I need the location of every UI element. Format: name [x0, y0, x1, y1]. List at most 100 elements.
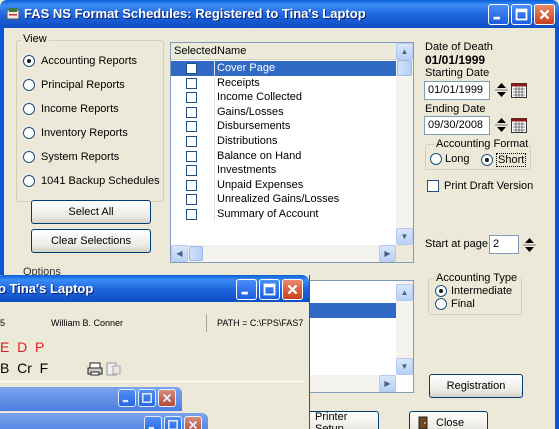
report-row[interactable]: Distributions: [171, 134, 396, 149]
registration-button[interactable]: Registration: [429, 374, 523, 398]
scroll-up-button[interactable]: ▲: [396, 43, 413, 60]
view-option-radio[interactable]: [23, 151, 35, 163]
nested-1-maximize-button[interactable]: [138, 389, 156, 407]
view-option[interactable]: System Reports: [23, 151, 119, 163]
secondary-list-hscroll[interactable]: ▶: [301, 375, 396, 392]
format-long-option[interactable]: Long: [430, 153, 469, 165]
ending-date-spinner[interactable]: [494, 116, 509, 134]
format-long-radio[interactable]: [430, 153, 442, 165]
column-name[interactable]: Name: [217, 45, 246, 57]
close-window-button[interactable]: [534, 4, 555, 25]
report-row[interactable]: Income Collected: [171, 90, 396, 105]
format-short-option[interactable]: Short: [481, 153, 527, 167]
starting-date-calendar-icon[interactable]: [511, 83, 527, 98]
view-option[interactable]: Income Reports: [23, 103, 119, 115]
overlay-red-letters[interactable]: E D P: [0, 339, 44, 355]
report-row[interactable]: Balance on Hand: [171, 148, 396, 164]
report-row[interactable]: Receipts: [171, 75, 396, 91]
overlay-close-button[interactable]: [282, 279, 303, 300]
view-option-radio[interactable]: [23, 127, 35, 139]
nested-1-close-button[interactable]: [158, 389, 176, 407]
nested-2-close-button[interactable]: [184, 416, 202, 429]
scroll-down-button[interactable]: ▼: [396, 228, 413, 245]
type-final-radio[interactable]: [435, 298, 447, 310]
secondary-scroll-down[interactable]: ▼: [396, 358, 413, 375]
report-row[interactable]: Cover Page: [171, 61, 396, 76]
secondary-scroll-up[interactable]: ▲: [396, 284, 413, 301]
main-title-bar[interactable]: FAS NS Format Schedules: Registered to T…: [0, 0, 559, 28]
print-draft-option[interactable]: Print Draft Version: [427, 180, 533, 192]
maximize-button[interactable]: [511, 4, 532, 25]
minimize-button[interactable]: [488, 4, 509, 25]
clear-selections-button[interactable]: Clear Selections: [31, 229, 151, 253]
format-short-radio[interactable]: [481, 154, 493, 166]
overlay-title-bar[interactable]: o Tina's Laptop: [0, 275, 309, 302]
close-button[interactable]: Close: [409, 411, 488, 429]
nested-2-maximize-button[interactable]: [164, 416, 182, 429]
accounting-format-legend: Accounting Format: [434, 138, 531, 150]
overlay-maximize-button[interactable]: [259, 279, 280, 300]
column-selected[interactable]: Selected: [174, 45, 217, 57]
report-row[interactable]: Gains/Losses: [171, 104, 396, 120]
report-row[interactable]: Disbursements: [171, 119, 396, 134]
report-row[interactable]: Unpaid Expenses: [171, 177, 396, 193]
view-option[interactable]: Inventory Reports: [23, 127, 128, 139]
start-page-field[interactable]: 2: [489, 235, 519, 254]
print-icon[interactable]: [87, 362, 103, 376]
report-row-checkbox[interactable]: [186, 106, 197, 118]
nested-1-minimize-button[interactable]: [118, 389, 136, 407]
report-row-checkbox[interactable]: [186, 165, 197, 177]
report-row-checkbox[interactable]: [186, 179, 197, 191]
hscroll-thumb[interactable]: [189, 246, 203, 261]
overlay-minimize-button[interactable]: [236, 279, 257, 300]
type-intermediate-radio[interactable]: [435, 285, 447, 297]
select-all-button[interactable]: Select All: [31, 200, 151, 224]
date-of-death-value: 01/01/1999: [425, 53, 486, 67]
view-option-radio[interactable]: [23, 79, 35, 91]
printer-setup-button[interactable]: Printer Setup: [300, 411, 379, 429]
view-option[interactable]: Principal Reports: [23, 79, 125, 91]
preview-icon[interactable]: [105, 362, 121, 376]
nested-window-2-title-bar[interactable]: [0, 413, 208, 429]
close-icon: [162, 393, 172, 403]
view-option-radio[interactable]: [23, 103, 35, 115]
ending-date-field[interactable]: 09/30/2008: [424, 116, 490, 135]
view-option-radio[interactable]: [23, 55, 35, 67]
report-row-checkbox[interactable]: [186, 209, 197, 220]
starting-date-spinner[interactable]: [494, 81, 509, 99]
type-intermediate-option[interactable]: Intermediate: [435, 285, 512, 297]
print-draft-checkbox[interactable]: [427, 180, 439, 192]
report-row-checkbox[interactable]: [186, 63, 197, 74]
nested-2-minimize-button[interactable]: [144, 416, 162, 429]
start-page-spinner[interactable]: [522, 236, 537, 254]
view-option[interactable]: Accounting Reports: [23, 55, 137, 67]
view-option[interactable]: 1041 Backup Schedules: [23, 175, 160, 187]
secondary-list[interactable]: ▲ ▼ ▶: [300, 280, 414, 393]
report-row[interactable]: Summary of Account: [171, 207, 396, 222]
scroll-right-button[interactable]: ▶: [379, 245, 396, 262]
report-row-checkbox[interactable]: [186, 136, 197, 147]
report-list-vscroll[interactable]: ▲ ▼: [396, 43, 413, 245]
starting-date-field[interactable]: 01/01/1999: [424, 81, 490, 100]
report-row[interactable]: Unrealized Gains/Losses: [171, 192, 396, 207]
report-row[interactable]: Investments: [171, 163, 396, 178]
overlay-toolbar-letters[interactable]: B Cr F: [0, 360, 48, 376]
secondary-scroll-right[interactable]: ▶: [379, 375, 396, 392]
secondary-list-vscroll[interactable]: ▲ ▼: [396, 281, 413, 375]
secondary-list-selected-row[interactable]: [301, 303, 396, 318]
scroll-left-button[interactable]: ◀: [171, 245, 188, 262]
minimize-icon: [148, 426, 155, 429]
type-final-option[interactable]: Final: [435, 298, 475, 310]
report-list[interactable]: Selected Name Cover Page Receipts Income C…: [170, 42, 414, 263]
nested-window-1-title-bar[interactable]: [0, 387, 182, 411]
report-list-hscroll[interactable]: ◀ ▶: [171, 245, 396, 262]
scroll-thumb[interactable]: [397, 60, 412, 76]
report-row-checkbox[interactable]: [186, 150, 197, 162]
ending-date-calendar-icon[interactable]: [511, 118, 527, 133]
view-option-radio[interactable]: [23, 175, 35, 187]
report-row-checkbox[interactable]: [186, 77, 197, 89]
report-row-checkbox[interactable]: [186, 121, 197, 133]
report-row-checkbox[interactable]: [186, 194, 197, 206]
overlay-window-title: o Tina's Laptop: [0, 281, 94, 296]
report-row-checkbox[interactable]: [186, 92, 197, 104]
